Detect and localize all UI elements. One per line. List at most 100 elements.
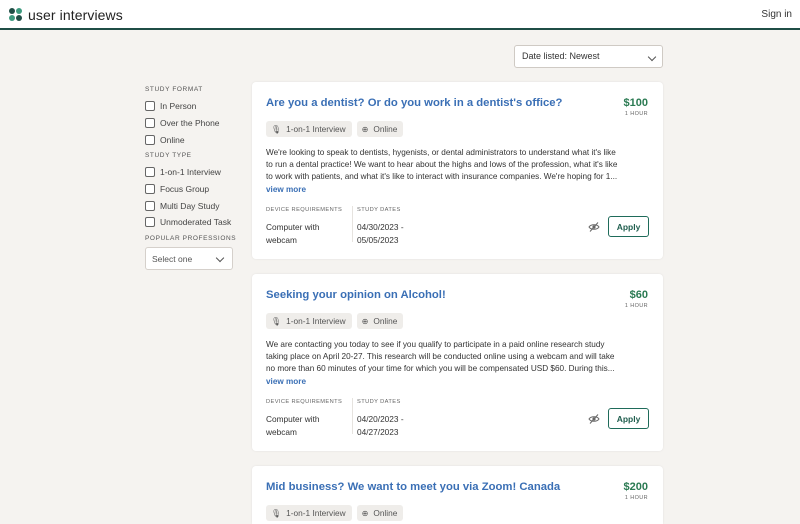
description-line: taking place on April 20-27. This resear… <box>266 351 615 361</box>
divider <box>352 398 353 434</box>
sort-selected-value: Date listed: Newest <box>522 51 600 61</box>
apply-button[interactable]: Apply <box>608 216 649 237</box>
popular-professions-filter: POPULAR PROFESSIONS Select one <box>145 235 245 270</box>
view-more-link[interactable]: view more <box>266 377 306 386</box>
device-requirements-value: Computer with webcam <box>266 413 320 438</box>
study-card[interactable]: Are you a dentist? Or do you work in a d… <box>252 82 663 259</box>
study-title[interactable]: Seeking your opinion on Alcohol! <box>266 289 446 301</box>
device-line: webcam <box>266 426 297 437</box>
study-type-filter: STUDY TYPE 1-on-1 Interview Focus Group … <box>145 152 245 231</box>
study-price: $200 <box>623 481 648 493</box>
tag-interview-type: 🎙 1-on-1 Interview <box>266 313 352 329</box>
study-card[interactable]: Seeking your opinion on Alcohol! $60 1 H… <box>252 274 663 451</box>
study-tags: 🎙 1-on-1 Interview ⊕ Online <box>266 505 408 521</box>
device-line: Computer with <box>266 222 320 232</box>
checkbox[interactable] <box>145 184 155 195</box>
tag-label: Online <box>373 124 398 134</box>
logo-mark-icon <box>9 8 23 22</box>
study-format-filter: STUDY FORMAT In Person Over the Phone On… <box>145 86 245 148</box>
study-duration: 1 HOUR <box>624 303 648 309</box>
date-line: 05/05/2023 <box>357 234 399 245</box>
profession-dropdown[interactable]: Select one <box>145 246 233 270</box>
checkbox[interactable] <box>145 200 155 211</box>
study-dates-value: 04/20/2023 - 04/27/2023 <box>357 413 404 438</box>
tag-label: 1-on-1 Interview <box>286 124 346 134</box>
filter-option-label: Over the Phone <box>160 118 220 129</box>
hide-study-icon[interactable] <box>588 413 600 425</box>
hide-study-icon[interactable] <box>588 221 600 233</box>
filter-option-label: Online <box>160 134 185 145</box>
study-description: We are contacting you today to see if yo… <box>266 339 646 374</box>
sign-in-link[interactable]: Sign in <box>761 9 792 20</box>
globe-icon: ⊕ <box>361 124 369 134</box>
microphone-icon: 🎙 <box>271 124 282 134</box>
tag-interview-type: 🎙 1-on-1 Interview <box>266 505 352 521</box>
tag-location: ⊕ Online <box>356 505 404 521</box>
tag-location: ⊕ Online <box>356 313 404 329</box>
divider <box>352 206 353 242</box>
tag-label: Online <box>373 316 398 326</box>
device-line: Computer with <box>266 414 320 424</box>
device-requirements-label: DEVICE REQUIREMENTS <box>266 207 343 213</box>
study-description: We're looking to speak to dentists, hyge… <box>266 147 646 182</box>
device-requirements-label: DEVICE REQUIREMENTS <box>266 399 343 405</box>
date-line: 04/30/2023 - <box>357 222 404 232</box>
microphone-icon: 🎙 <box>271 316 282 326</box>
filter-option-unmoderated-task[interactable]: Unmoderated Task <box>145 214 245 231</box>
microphone-icon: 🎙 <box>271 508 282 518</box>
view-more-link[interactable]: view more <box>266 185 306 194</box>
description-line: to work with patients, and what it's lik… <box>266 171 618 181</box>
description-line: We are contacting you today to see if yo… <box>266 340 605 349</box>
study-tags: 🎙 1-on-1 Interview ⊕ Online <box>266 313 408 329</box>
filter-option-label: Unmoderated Task <box>160 217 232 228</box>
apply-button[interactable]: Apply <box>608 408 649 429</box>
date-line: 04/20/2023 - <box>357 414 404 424</box>
study-card[interactable]: Mid business? We want to meet you via Zo… <box>252 466 663 524</box>
tag-label: 1-on-1 Interview <box>286 508 346 518</box>
top-navbar: user interviews Sign in <box>0 0 800 30</box>
filter-option-multi-day-study[interactable]: Multi Day Study <box>145 197 245 214</box>
tag-label: 1-on-1 Interview <box>286 316 346 326</box>
filter-group-title: STUDY TYPE <box>145 152 192 160</box>
globe-icon: ⊕ <box>361 316 369 326</box>
study-dates-label: STUDY DATES <box>357 399 401 405</box>
tag-label: Online <box>373 508 398 518</box>
globe-icon: ⊕ <box>361 508 369 518</box>
study-dates-label: STUDY DATES <box>357 207 401 213</box>
filters-sidebar: STUDY FORMAT In Person Over the Phone On… <box>145 86 245 274</box>
filter-group-title: STUDY FORMAT <box>145 86 203 93</box>
filter-option-online[interactable]: Online <box>145 131 245 148</box>
filter-option-1-on-1-interview[interactable]: 1-on-1 Interview <box>145 164 245 181</box>
date-line: 04/27/2023 <box>357 426 399 437</box>
filter-option-focus-group[interactable]: Focus Group <box>145 181 245 198</box>
study-tags: 🎙 1-on-1 Interview ⊕ Online <box>266 121 408 137</box>
logo[interactable]: user interviews <box>9 7 123 23</box>
description-line: We're looking to speak to dentists, hyge… <box>266 148 616 157</box>
filter-option-over-the-phone[interactable]: Over the Phone <box>145 115 245 132</box>
filter-option-label: Multi Day Study <box>160 200 220 211</box>
study-dates-value: 04/30/2023 - 05/05/2023 <box>357 221 404 246</box>
filter-option-label: In Person <box>160 101 197 112</box>
profession-selected-value: Select one <box>152 253 193 264</box>
filter-option-in-person[interactable]: In Person <box>145 98 245 115</box>
study-title[interactable]: Are you a dentist? Or do you work in a d… <box>266 97 562 109</box>
checkbox[interactable] <box>145 134 155 145</box>
filter-option-label: Focus Group <box>160 184 210 195</box>
study-price: $100 <box>623 97 648 109</box>
checkbox[interactable] <box>145 217 155 228</box>
device-line: webcam <box>266 234 297 245</box>
device-requirements-value: Computer with webcam <box>266 221 320 246</box>
checkbox[interactable] <box>145 118 155 129</box>
study-duration: 1 HOUR <box>624 111 648 117</box>
filter-option-label: 1-on-1 Interview <box>160 167 221 178</box>
study-duration: 1 HOUR <box>624 495 648 501</box>
study-price: $60 <box>629 289 648 301</box>
chevron-down-icon <box>215 253 225 263</box>
tag-location: ⊕ Online <box>356 121 404 137</box>
sort-dropdown[interactable]: Date listed: Newest <box>514 45 663 68</box>
study-title[interactable]: Mid business? We want to meet you via Zo… <box>266 481 560 493</box>
checkbox[interactable] <box>145 101 155 112</box>
logo-text: user interviews <box>28 7 123 23</box>
checkbox[interactable] <box>145 167 155 178</box>
description-line: no more than 60 minutes of your time for… <box>266 363 615 373</box>
